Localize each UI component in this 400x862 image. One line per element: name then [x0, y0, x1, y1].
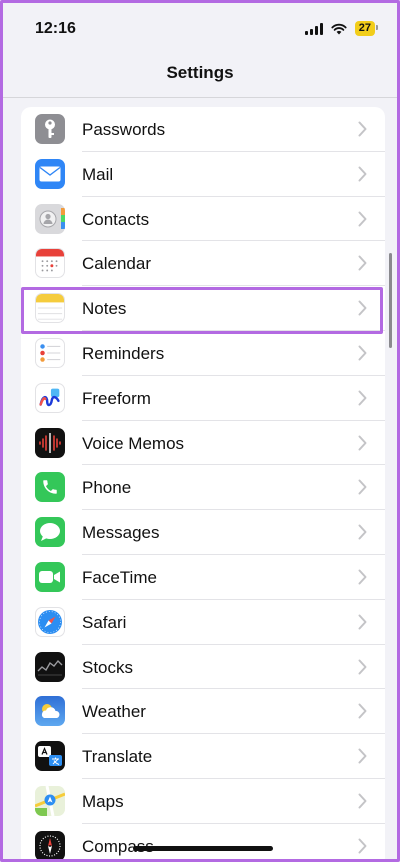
calendar-icon [35, 248, 65, 279]
chevron-right-icon [358, 479, 367, 495]
chevron-right-icon [358, 614, 367, 630]
settings-row-voice-memos[interactable]: Voice Memos [21, 421, 385, 466]
row-label: Contacts [82, 209, 150, 229]
status-time: 12:16 [35, 20, 76, 37]
row-label: Calendar [82, 254, 151, 274]
home-indicator[interactable] [133, 846, 273, 851]
facetime-icon [35, 561, 65, 592]
settings-row-calendar[interactable]: Calendar [21, 241, 385, 287]
stocks-icon [35, 651, 65, 682]
chevron-right-icon [358, 659, 367, 675]
translate-icon [35, 741, 65, 772]
cellular-signal-icon [304, 22, 323, 35]
row-label: Voice Memos [82, 433, 185, 453]
chevron-right-icon [358, 435, 367, 451]
chevron-right-icon [358, 748, 367, 764]
weather-icon [35, 696, 65, 727]
row-label: Mail [82, 164, 114, 184]
row-label: Phone [82, 478, 132, 498]
row-label: Messages [82, 523, 160, 543]
notes-icon [35, 293, 65, 324]
phone-icon [35, 472, 65, 503]
row-label: Passwords [82, 120, 166, 139]
row-label: Stocks [82, 657, 134, 677]
settings-row-facetime[interactable]: FaceTime [21, 555, 385, 600]
chevron-right-icon [358, 838, 367, 854]
settings-list: Passwords Mail Contacts Calendar Notes R… [21, 107, 385, 859]
chevron-right-icon [358, 255, 367, 271]
settings-row-phone[interactable]: Phone [21, 465, 385, 511]
battery-icon: 27 [354, 21, 379, 36]
status-icons: 27 [304, 21, 379, 36]
chevron-right-icon [358, 390, 367, 406]
settings-row-passwords[interactable]: Passwords [21, 107, 385, 152]
contacts-icon [35, 203, 65, 234]
settings-row-compass[interactable]: Compass [21, 824, 385, 859]
voice-memos-icon [35, 427, 65, 458]
chevron-right-icon [358, 793, 367, 809]
row-label: Reminders [82, 343, 165, 363]
settings-row-mail[interactable]: Mail [21, 152, 385, 197]
row-label: Maps [82, 791, 124, 811]
mail-icon [35, 158, 65, 189]
chevron-right-icon [358, 166, 367, 182]
chevron-right-icon [358, 121, 367, 137]
row-label: Translate [82, 747, 153, 767]
row-label: Notes [82, 299, 127, 319]
maps-icon [35, 785, 65, 816]
settings-row-notes[interactable]: Notes [21, 286, 385, 331]
page-title: Settings [166, 63, 234, 82]
row-label: Weather [82, 702, 146, 722]
messages-icon [35, 517, 65, 548]
settings-row-weather[interactable]: Weather [21, 689, 385, 735]
chevron-right-icon [358, 524, 367, 540]
freeform-icon [35, 382, 65, 413]
compass-icon [35, 830, 65, 859]
chevron-right-icon [358, 569, 367, 585]
row-label: Freeform [82, 388, 151, 408]
chevron-right-icon [358, 211, 367, 227]
row-label: Safari [82, 612, 127, 632]
wifi-icon [331, 23, 347, 35]
settings-row-translate[interactable]: Translate [21, 734, 385, 779]
scrollbar[interactable] [389, 253, 392, 348]
chevron-right-icon [358, 345, 367, 361]
chevron-right-icon [358, 703, 367, 719]
settings-row-safari[interactable]: Safari [21, 600, 385, 645]
status-bar: 12:16 27 [3, 3, 397, 55]
settings-row-contacts[interactable]: Contacts [21, 197, 385, 242]
chevron-right-icon [358, 300, 367, 316]
reminders-icon [35, 337, 65, 368]
key-icon [35, 114, 65, 144]
settings-row-stocks[interactable]: Stocks [21, 645, 385, 690]
screen-frame: 12:16 27 Settings Passwords Mail Contact… [0, 0, 400, 862]
row-label: FaceTime [82, 567, 157, 587]
settings-row-reminders[interactable]: Reminders [21, 331, 385, 376]
safari-icon [35, 606, 65, 637]
nav-divider [3, 97, 397, 98]
settings-row-messages[interactable]: Messages [21, 510, 385, 555]
settings-row-maps[interactable]: Maps [21, 779, 385, 824]
settings-row-freeform[interactable]: Freeform [21, 376, 385, 421]
